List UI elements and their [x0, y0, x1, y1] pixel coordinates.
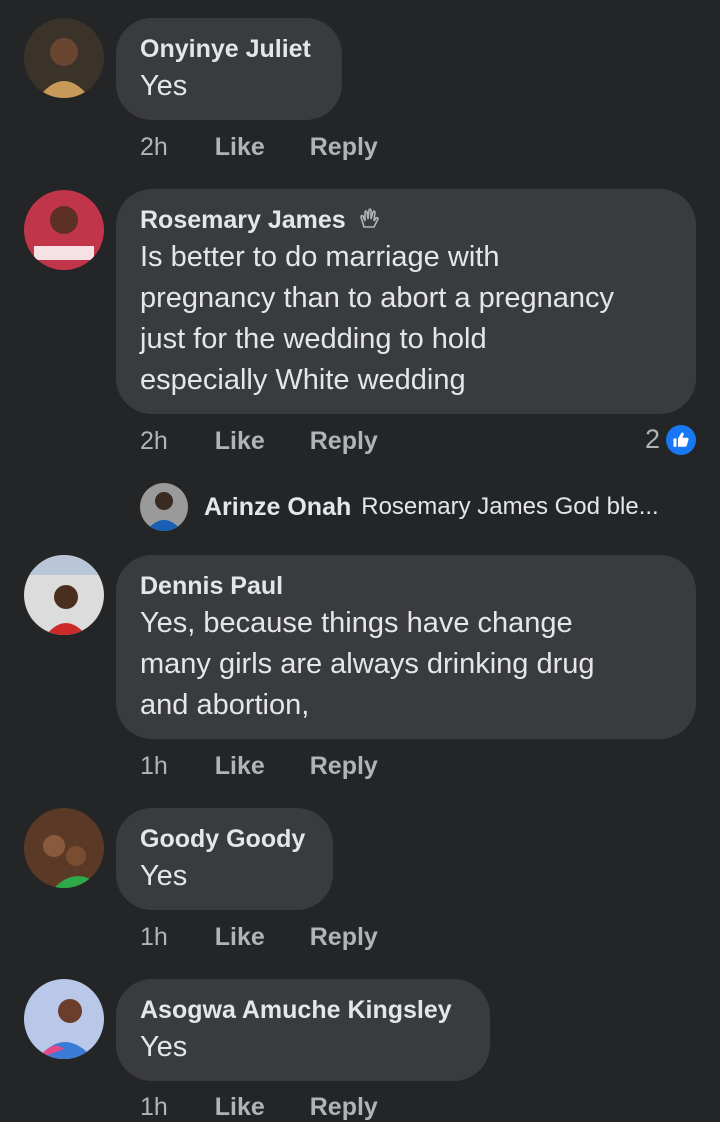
reaction-summary[interactable]: 2 [645, 424, 696, 455]
author-name: Rosemary James [140, 206, 346, 234]
thumbs-up-icon [666, 424, 696, 455]
comment-text-line: just for the wedding to hold [140, 323, 487, 355]
reply-button[interactable]: Reply [310, 1093, 378, 1121]
comment-bubble: Rosemary James Is better to do marriage … [116, 189, 696, 414]
reply-preview[interactable]: Arinze Onah Rosemary James God ble... [140, 483, 659, 531]
comment-time[interactable]: 1h [140, 923, 168, 951]
comment-text-line: pregnancy than to abort a pregnancy [140, 282, 614, 314]
comment-bubble: Asogwa Amuche Kingsley Yes [116, 979, 490, 1081]
comment-text-line: many girls are always drinking drug [140, 648, 595, 680]
comment-actions: 1h Like Reply [140, 1093, 416, 1122]
comment-author[interactable]: Rosemary James [140, 203, 672, 237]
comment-author[interactable]: Onyinye Juliet [140, 32, 318, 66]
comment-author[interactable]: Goody Goody [140, 822, 309, 856]
like-button[interactable]: Like [215, 1093, 265, 1121]
avatar[interactable] [24, 190, 104, 270]
reaction-count: 2 [644, 424, 660, 454]
comment-author[interactable]: Asogwa Amuche Kingsley [140, 993, 466, 1027]
comment-actions: 1h Like Reply [140, 923, 416, 952]
comment-text: Yes [140, 70, 188, 102]
comment-text-line: Is better to do marriage with [140, 241, 500, 273]
comment-actions: 1h Like Reply [140, 752, 416, 781]
comment-text: Yes [140, 860, 188, 892]
comment-bubble: Dennis Paul Yes, because things have cha… [116, 555, 696, 739]
comment-text: Yes [140, 1031, 188, 1063]
hand-wave-icon [359, 208, 379, 228]
comment-time[interactable]: 2h [140, 427, 168, 455]
comment-time[interactable]: 1h [140, 1093, 168, 1121]
comment-actions: 2h Like Reply [140, 133, 416, 162]
like-button[interactable]: Like [215, 752, 265, 780]
reply-button[interactable]: Reply [310, 752, 378, 780]
avatar[interactable] [24, 555, 104, 635]
like-button[interactable]: Like [215, 427, 265, 455]
reply-text: Rosemary James God ble... [361, 493, 659, 520]
avatar[interactable] [24, 979, 104, 1059]
like-button[interactable]: Like [215, 133, 265, 161]
comment-text-line: especially White wedding [140, 364, 466, 396]
avatar[interactable] [24, 18, 104, 98]
like-button[interactable]: Like [215, 923, 265, 951]
comment-author[interactable]: Dennis Paul [140, 569, 672, 603]
comment-time[interactable]: 2h [140, 133, 168, 161]
avatar[interactable] [140, 483, 188, 531]
comment-time[interactable]: 1h [140, 752, 168, 780]
comment-text-line: and abortion, [140, 689, 310, 721]
comment-bubble: Goody Goody Yes [116, 808, 333, 910]
comment-actions: 2h Like Reply [140, 427, 416, 456]
avatar[interactable] [24, 808, 104, 888]
reply-button[interactable]: Reply [310, 133, 378, 161]
reply-button[interactable]: Reply [310, 427, 378, 455]
reply-author[interactable]: Arinze Onah [204, 493, 351, 522]
comment-text-line: Yes, because things have change [140, 607, 573, 639]
reply-button[interactable]: Reply [310, 923, 378, 951]
comment-bubble: Onyinye Juliet Yes [116, 18, 342, 120]
